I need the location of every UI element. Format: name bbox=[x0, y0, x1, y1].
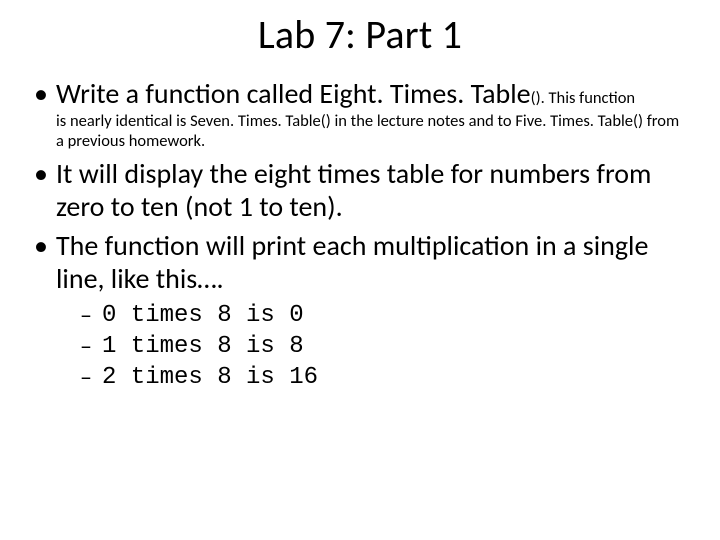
bullet-1: Write a function called Eight. Times. Ta… bbox=[30, 77, 690, 151]
example-line: 0 times 8 is 0 bbox=[80, 301, 690, 332]
slide: Lab 7: Part 1 Write a function called Ei… bbox=[0, 0, 720, 540]
example-list: 0 times 8 is 0 1 times 8 is 8 2 times 8 … bbox=[56, 301, 690, 393]
example-line: 1 times 8 is 8 bbox=[80, 332, 690, 363]
bullet-1-main: Write a function called Eight. Times. Ta… bbox=[56, 76, 531, 111]
bullet-3-text: The function will print each multiplicat… bbox=[56, 228, 648, 296]
slide-title: Lab 7: Part 1 bbox=[30, 10, 690, 59]
example-line: 2 times 8 is 16 bbox=[80, 363, 690, 394]
bullet-3: The function will print each multiplicat… bbox=[30, 229, 690, 393]
bullet-list: Write a function called Eight. Times. Ta… bbox=[30, 77, 690, 394]
bullet-1-tail: (). This function bbox=[531, 88, 636, 108]
bullet-1-sub: is nearly identical is Seven. Times. Tab… bbox=[56, 111, 690, 151]
bullet-2: It will display the eight times table fo… bbox=[30, 157, 690, 223]
